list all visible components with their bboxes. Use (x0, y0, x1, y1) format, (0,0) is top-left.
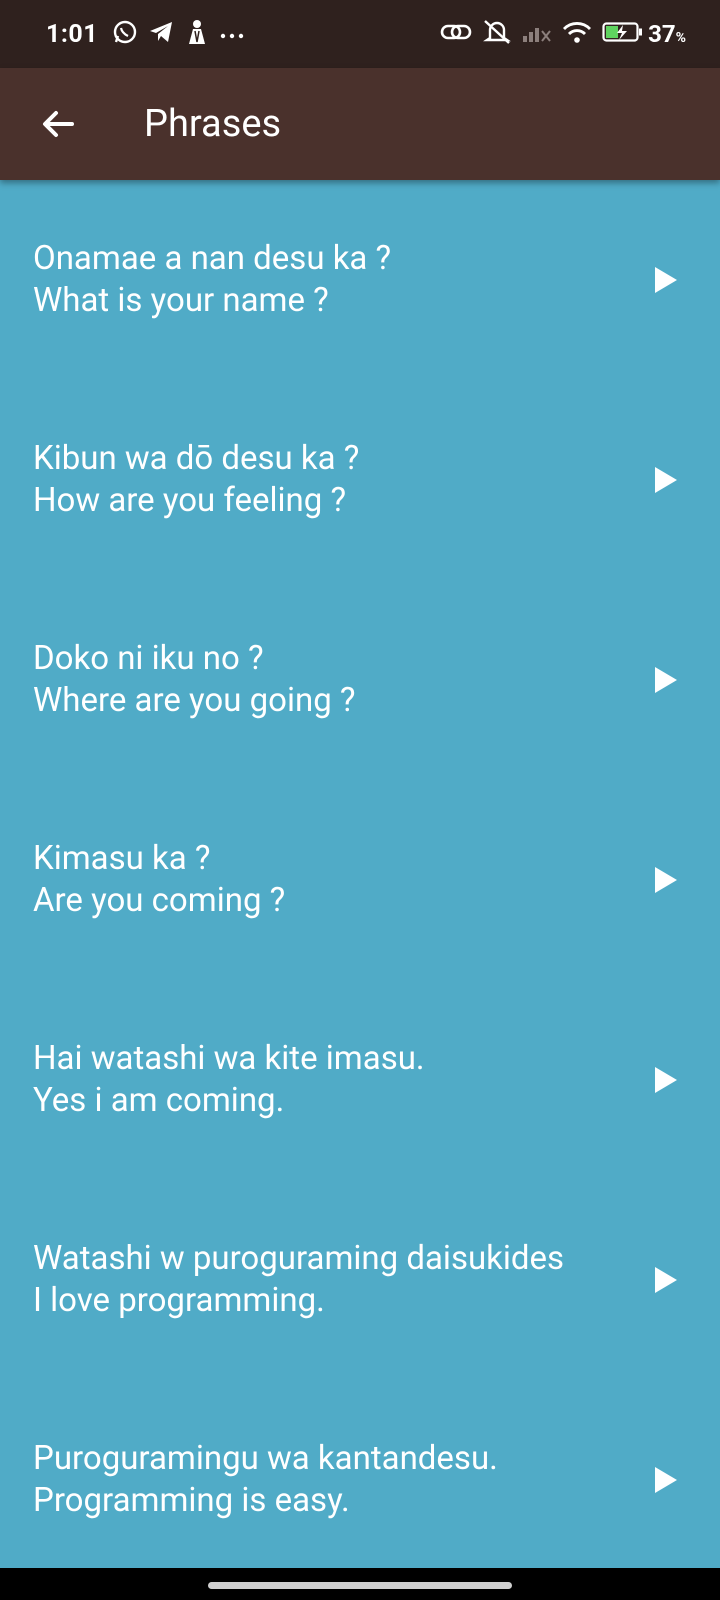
wifi-icon (562, 20, 592, 48)
app-bar: Phrases (0, 68, 720, 180)
play-button[interactable] (644, 258, 688, 302)
page-title: Phrases (144, 102, 282, 146)
phrase-japanese: Kimasu ka ? (33, 839, 211, 878)
telegram-icon (148, 19, 174, 49)
muted-bell-icon (482, 18, 512, 50)
phrase-translation: I love programming. (33, 1281, 325, 1320)
phrase-japanese: Kibun wa dō desu ka ? (33, 439, 360, 478)
navigation-bar (0, 1568, 720, 1600)
phrase-translation: Where are you going ? (33, 681, 356, 720)
list-item[interactable]: Watashi w puroguraming daisukides I love… (0, 1180, 720, 1380)
play-button[interactable] (644, 658, 688, 702)
list-item[interactable]: Kimasu ka ? Are you coming ? (0, 780, 720, 980)
phrase-text: Doko ni iku no ? Where are you going ? (33, 638, 356, 722)
play-icon (655, 867, 677, 893)
play-button[interactable] (644, 1058, 688, 1102)
play-icon (655, 1067, 677, 1093)
phrase-text: Kibun wa dō desu ka ? How are you feelin… (33, 438, 359, 522)
list-item[interactable]: Onamae a nan desu ka ? What is your name… (0, 180, 720, 380)
play-icon (655, 667, 677, 693)
phrase-text: Hai watashi wa kite imasu. Yes i am comi… (33, 1038, 425, 1122)
phrase-text: Kimasu ka ? Are you coming ? (33, 838, 285, 922)
phrase-text: Watashi w puroguraming daisukides I love… (33, 1238, 564, 1322)
app-notification-icon (184, 18, 210, 50)
back-button[interactable] (28, 94, 88, 154)
status-bar: 1:01 37% (0, 0, 720, 68)
play-button[interactable] (644, 1458, 688, 1502)
phrase-translation: How are you feeling ? (33, 481, 347, 520)
phrase-japanese: Puroguramingu wa kantandesu. (33, 1439, 498, 1478)
more-dots-icon (220, 25, 244, 44)
status-right: 37% (430, 18, 686, 50)
play-button[interactable] (644, 858, 688, 902)
phrase-japanese: Hai watashi wa kite imasu. (33, 1039, 425, 1078)
play-icon (655, 1467, 677, 1493)
link-icon (440, 20, 472, 48)
phrase-translation: Yes i am coming. (33, 1081, 285, 1120)
arrow-back-icon (43, 111, 74, 137)
phrase-translation: Are you coming ? (33, 881, 286, 920)
play-icon (655, 1267, 677, 1293)
play-icon (655, 267, 677, 293)
phrase-text: Onamae a nan desu ka ? What is your name… (33, 238, 391, 322)
phrase-translation: Programming is easy. (33, 1481, 350, 1520)
home-gesture-handle[interactable] (208, 1582, 512, 1589)
play-button[interactable] (644, 1258, 688, 1302)
phrase-japanese: Watashi w puroguraming daisukides (33, 1239, 565, 1278)
list-item[interactable]: Doko ni iku no ? Where are you going ? (0, 580, 720, 780)
status-left: 1:01 (46, 18, 254, 50)
list-item[interactable]: Kibun wa dō desu ka ? How are you feelin… (0, 380, 720, 580)
signal-icon (522, 21, 552, 47)
list-item[interactable]: Hai watashi wa kite imasu. Yes i am comi… (0, 980, 720, 1180)
phrase-japanese: Onamae a nan desu ka ? (33, 239, 392, 278)
phrase-text: Puroguramingu wa kantandesu. Programming… (33, 1438, 498, 1522)
phrase-japanese: Doko ni iku no ? (33, 639, 264, 678)
play-icon (655, 467, 677, 493)
phrase-translation: What is your name ? (33, 281, 329, 320)
play-button[interactable] (644, 458, 688, 502)
status-time: 1:01 (46, 19, 99, 49)
list-item[interactable]: Puroguramingu wa kantandesu. Programming… (0, 1380, 720, 1568)
battery-charging-icon (602, 21, 644, 47)
phrase-list: Onamae a nan desu ka ? What is your name… (0, 180, 720, 1568)
whatsapp-icon (112, 19, 138, 49)
battery-percent: 37% (648, 20, 686, 48)
